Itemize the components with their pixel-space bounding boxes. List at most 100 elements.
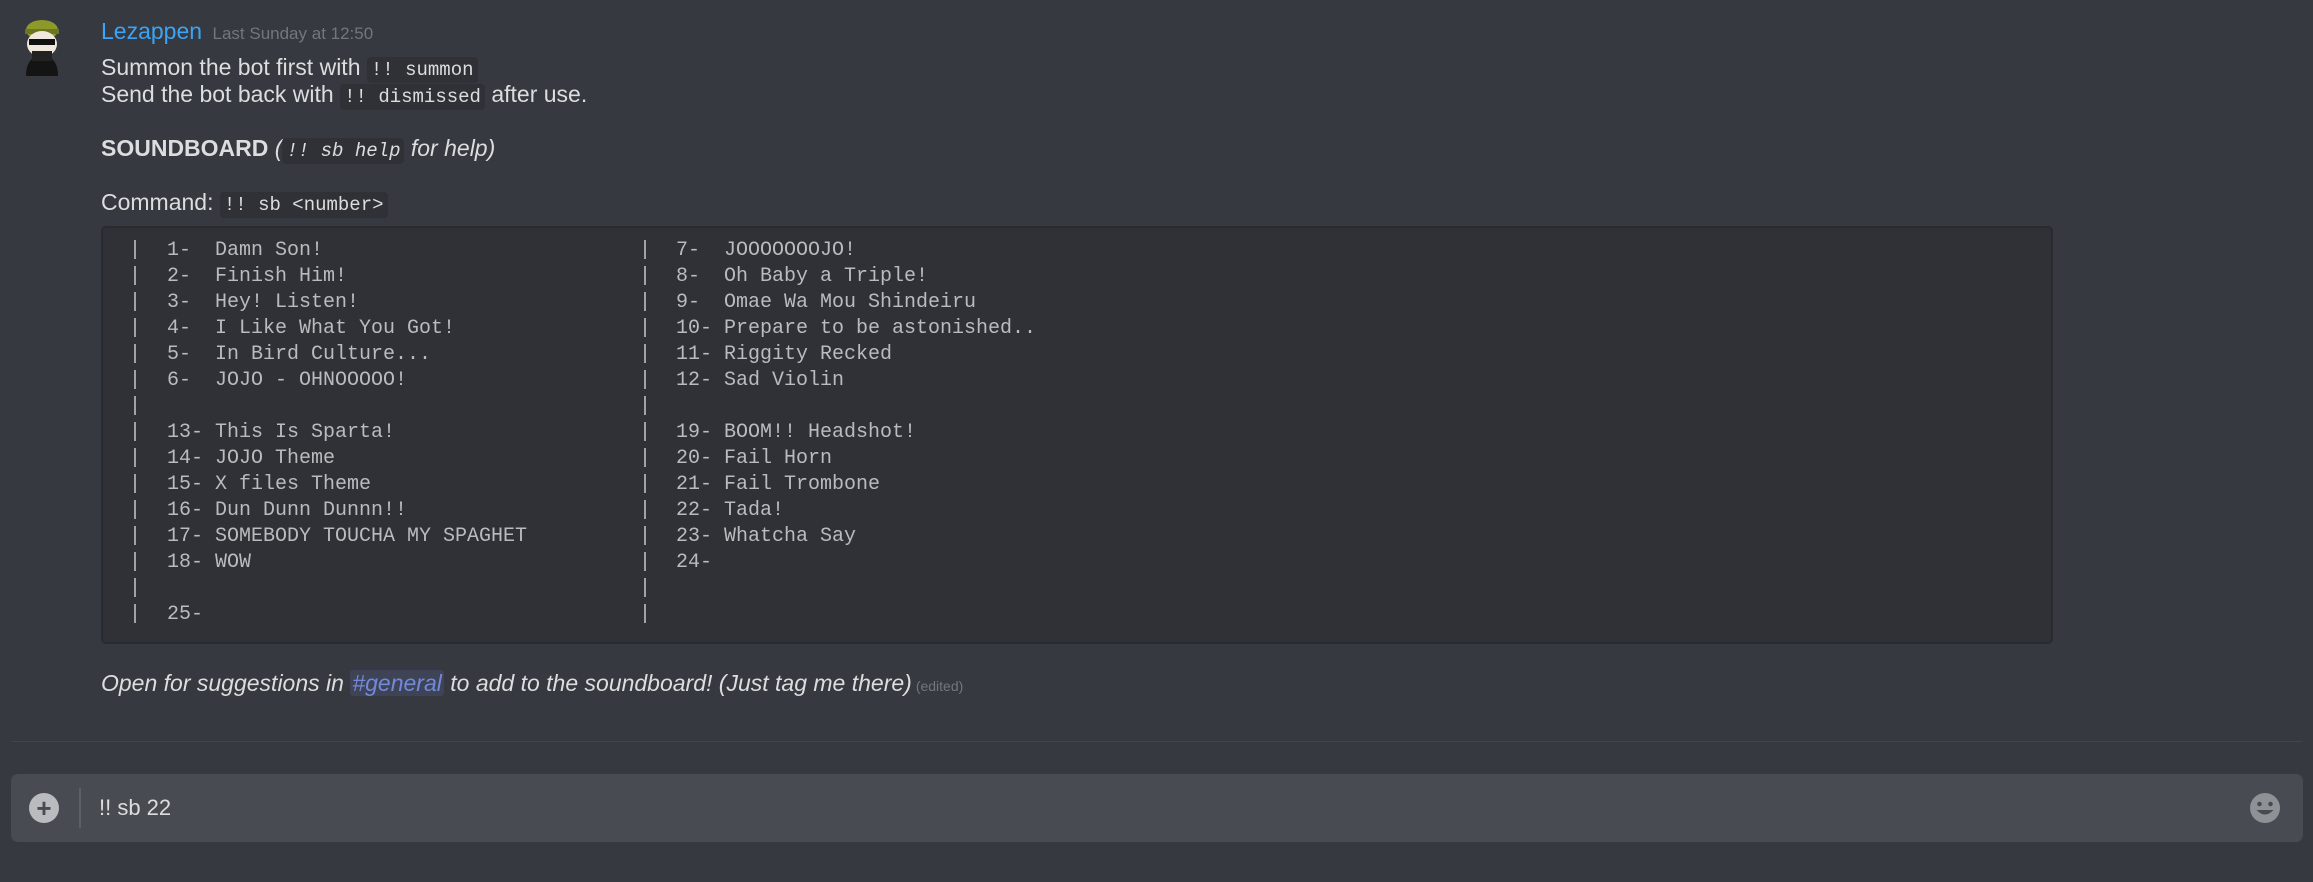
row-pipe-middle: | (639, 395, 652, 418)
sound-entry-left: 25- (167, 603, 204, 626)
soundboard-row: | 2- Finish Him! | 8- Oh Baby a Triple! (103, 264, 2051, 290)
row-pipe-left: | (129, 577, 142, 600)
row-pipe-left: | (129, 395, 142, 418)
row-pipe-left: | (129, 317, 142, 340)
sound-entry-right: 10- Prepare to be astonished.. (676, 317, 1037, 340)
row-pipe-middle: | (639, 499, 652, 522)
soundboard-row: | | (103, 576, 2051, 602)
row-pipe-left: | (129, 421, 142, 444)
sound-entry-left: 13- This Is Sparta! (167, 421, 396, 444)
command-line: Command: !! sb <number> (101, 189, 388, 218)
row-pipe-middle: | (639, 291, 652, 314)
soundboard-row: | 13- This Is Sparta! | 19- BOOM!! Headshot… (103, 420, 2051, 446)
soundboard-row: | 6- JOJO - OHNOOOOO! | 12- Sad Violin (103, 368, 2051, 394)
row-pipe-middle: | (639, 525, 652, 548)
soundboard-heading: SOUNDBOARD (!! sb help for help) (101, 135, 496, 164)
soundboard-row: | 4- I Like What You Got! | 10- Prepare to … (103, 316, 2051, 342)
row-pipe-middle: | (639, 239, 652, 262)
sound-entry-right: 20- Fail Horn (676, 447, 833, 470)
row-pipe-left: | (129, 473, 142, 496)
dismiss-suffix: after use. (484, 81, 588, 107)
suggestions-line: Open for suggestions in #general to add … (101, 670, 963, 697)
message-input[interactable] (99, 790, 2199, 826)
soundboard-row: | 5- In Bird Culture... | 11- Riggity Recke… (103, 342, 2051, 368)
row-pipe-middle: | (639, 369, 652, 392)
row-pipe-middle: | (639, 421, 652, 444)
soundboard-open-paren: ( (268, 135, 283, 161)
soundboard-help-code: !! sb help (282, 138, 405, 164)
message-line-dismiss: Send the bot back with !! dismissed afte… (101, 81, 588, 110)
row-pipe-middle: | (639, 317, 652, 340)
timestamp: Last Sunday at 12:50 (212, 24, 374, 43)
username[interactable]: Lezappen (101, 18, 202, 44)
row-pipe-left: | (129, 291, 142, 314)
suggestions-prefix: Open for suggestions in (101, 670, 351, 696)
row-pipe-left: | (129, 499, 142, 522)
soundboard-codeblock: | 1- Damn Son! | 7- JOOOOOOOJO! | 2- Finish H… (101, 226, 2053, 644)
soundboard-row: | | (103, 394, 2051, 420)
sound-entry-right: 24- (676, 551, 713, 574)
row-pipe-left: | (129, 343, 142, 366)
row-pipe-left: | (129, 265, 142, 288)
row-pipe-left: | (129, 447, 142, 470)
command-label: Command: (101, 189, 220, 215)
row-pipe-left: | (129, 239, 142, 262)
soundboard-row: | 25- | (103, 602, 2051, 628)
row-pipe-middle: | (639, 551, 652, 574)
row-pipe-middle: | (639, 473, 652, 496)
soundboard-help-suffix: for help) (404, 135, 496, 161)
soundboard-row: | 3- Hey! Listen! | 9- Omae Wa Mou Shindeir… (103, 290, 2051, 316)
dismiss-command-code: !! dismissed (340, 84, 485, 110)
sound-entry-left: 5- In Bird Culture... (167, 343, 432, 366)
sound-entry-left: 2- Finish Him! (167, 265, 348, 288)
sound-entry-left: 16- Dun Dunn Dunnn!! (167, 499, 408, 522)
row-pipe-middle: | (639, 603, 652, 626)
message-line-summon: Summon the bot first with !! summon (101, 54, 478, 83)
row-pipe-middle: | (639, 577, 652, 600)
composer-separator (79, 788, 81, 828)
soundboard-row: | 16- Dun Dunn Dunnn!! | 22- Tada! (103, 498, 2051, 524)
soundboard-row: | 1- Damn Son! | 7- JOOOOOOOJO! (103, 238, 2051, 264)
sound-entry-right: 21- Fail Trombone (676, 473, 881, 496)
user-avatar[interactable] (20, 18, 64, 76)
chat-divider (12, 741, 2302, 742)
row-pipe-middle: | (639, 343, 652, 366)
sound-entry-left: 17- SOMEBODY TOUCHA MY SPAGHET (167, 525, 528, 548)
sound-entry-left: 6- JOJO - OHNOOOOO! (167, 369, 408, 392)
sound-entry-left: 14- JOJO Theme (167, 447, 336, 470)
sound-entry-right: 8- Oh Baby a Triple! (676, 265, 929, 288)
command-code: !! sb <number> (219, 192, 388, 218)
soundboard-row: | 15- X files Theme | 21- Fail Trombone (103, 472, 2051, 498)
plus-circle-icon[interactable]: + (29, 793, 59, 823)
message-composer: + (11, 774, 2303, 842)
row-pipe-left: | (129, 603, 142, 626)
row-pipe-left: | (129, 369, 142, 392)
sound-entry-right: 12- Sad Violin (676, 369, 845, 392)
sound-entry-left: 18- WOW (167, 551, 252, 574)
soundboard-title: SOUNDBOARD (101, 135, 269, 161)
summon-command-code: !! summon (366, 57, 478, 83)
message-header: Lezappen Last Sunday at 12:50 (101, 18, 373, 45)
summon-text: Summon the bot first with (101, 54, 367, 80)
sound-entry-left: 3- Hey! Listen! (167, 291, 360, 314)
sound-entry-right: 11- Riggity Recked (676, 343, 893, 366)
soundboard-row: | 17- SOMEBODY TOUCHA MY SPAGHET | 23- What… (103, 524, 2051, 550)
dismiss-text: Send the bot back with (101, 81, 341, 107)
sound-entry-left: 1- Damn Son! (167, 239, 324, 262)
smiley-icon[interactable] (2248, 791, 2282, 825)
row-pipe-left: | (129, 551, 142, 574)
sound-entry-right: 9- Omae Wa Mou Shindeiru (676, 291, 977, 314)
edited-label: (edited) (915, 678, 964, 694)
sound-entry-right: 7- JOOOOOOOJO! (676, 239, 857, 262)
sound-entry-right: 23- Whatcha Say (676, 525, 857, 548)
row-pipe-middle: | (639, 447, 652, 470)
sound-entry-left: 4- I Like What You Got! (167, 317, 456, 340)
suggestions-suffix: to add to the soundboard! (Just tag me t… (443, 670, 912, 696)
soundboard-row: | 14- JOJO Theme | 20- Fail Horn (103, 446, 2051, 472)
row-pipe-left: | (129, 525, 142, 548)
sound-entry-right: 19- BOOM!! Headshot! (676, 421, 917, 444)
channel-mention-general[interactable]: #general (350, 670, 444, 696)
sound-entry-right: 22- Tada! (676, 499, 785, 522)
sound-entry-left: 15- X files Theme (167, 473, 372, 496)
soundboard-row: | 18- WOW | 24- (103, 550, 2051, 576)
